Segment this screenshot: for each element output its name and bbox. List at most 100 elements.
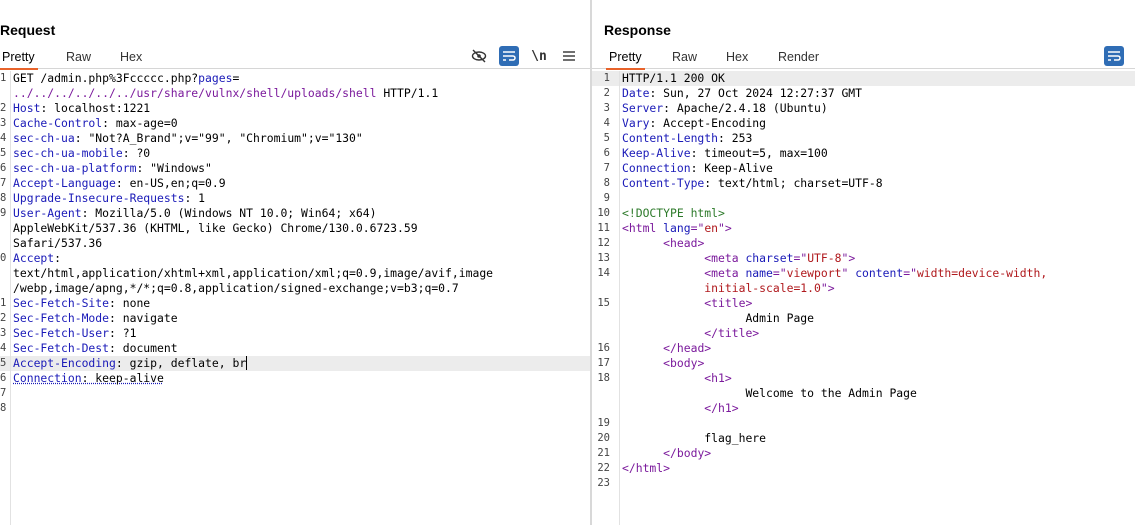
code-line[interactable]: 22 </html> [592,461,1135,476]
code-line[interactable]: Welcome to the Admin Page [592,386,1135,401]
code-line[interactable]: 1 GET /admin.php%3Fccccc.php?pages= [0,71,591,86]
code-token: <meta [704,266,746,280]
code-token: width=device-width, [916,266,1048,280]
code-line[interactable]: 2 Sec-Fetch-Mode: navigate [0,311,591,326]
wrap-lines-icon[interactable] [1104,46,1124,66]
code-line[interactable]: 17 <body> [592,356,1135,371]
code-line[interactable]: 7 [0,386,591,401]
code-line[interactable]: 20 flag_here [592,431,1135,446]
code-token: Content-Length [622,131,719,145]
line-number: 7 [0,387,7,399]
line-code: text/html,application/xhtml+xml,applicat… [13,266,591,281]
code-token: Vary [622,116,650,130]
code-line[interactable]: 6 Connection: keep-alive [0,371,591,386]
line-number: 5 [603,132,610,144]
code-token: : timeout=5, max=100 [690,146,828,160]
line-code: Accept: [13,251,591,266]
code-line[interactable]: 8 Content-Type: text/html; charset=UTF-8 [592,176,1135,191]
code-line[interactable]: AppleWebKit/537.36 (KHTML, like Gecko) C… [0,221,591,236]
menu-icon[interactable] [559,46,579,66]
code-line[interactable]: </h1> [592,401,1135,416]
code-token: : Apache/2.4.18 (Ubuntu) [663,101,828,115]
line-code: flag_here [622,431,1135,446]
line-code: <!DOCTYPE html> [622,206,1135,221]
code-line[interactable]: 5 sec-ch-ua-mobile: ?0 [0,146,591,161]
response-tab-render[interactable]: Render [778,50,819,64]
code-line[interactable]: 23 [592,476,1135,491]
code-token: <body> [663,356,705,370]
code-line[interactable]: 5 Accept-Encoding: gzip, deflate, br [0,356,591,371]
code-line[interactable]: 11 <html lang="en"> [592,221,1135,236]
code-line[interactable]: text/html,application/xhtml+xml,applicat… [0,266,591,281]
code-line[interactable]: 10 <!DOCTYPE html> [592,206,1135,221]
code-line[interactable]: 8 [0,401,591,416]
request-tab-hex[interactable]: Hex [120,50,142,64]
line-number: 5 [0,357,7,369]
hide-icon[interactable] [469,46,489,66]
code-line[interactable]: 7 Accept-Language: en-US,en;q=0.9 [0,176,591,191]
code-line[interactable]: 21 </body> [592,446,1135,461]
code-line[interactable]: 2 Host: localhost:1221 [0,101,591,116]
code-line[interactable]: 9 [592,191,1135,206]
response-tab-raw[interactable]: Raw [672,50,697,64]
wrap-lines-icon[interactable] [499,46,519,66]
code-line[interactable]: </title> [592,326,1135,341]
newline-icon[interactable]: \n [529,46,549,66]
code-line[interactable]: 3 Server: Apache/2.4.18 (Ubuntu) [592,101,1135,116]
code-line[interactable]: 3 Cache-Control: max-age=0 [0,116,591,131]
line-code: Content-Length: 253 [622,131,1135,146]
request-tab-raw[interactable]: Raw [66,50,91,64]
response-tab-hex[interactable]: Hex [726,50,748,64]
code-line[interactable]: /webp,image/apng,*/*;q=0.8,application/s… [0,281,591,296]
code-line[interactable]: 1 HTTP/1.1 200 OK [592,71,1135,86]
code-line[interactable]: 12 <head> [592,236,1135,251]
code-line[interactable]: 6 sec-ch-ua-platform: "Windows" [0,161,591,176]
code-line[interactable]: 0 Accept: [0,251,591,266]
request-tab-pretty[interactable]: Pretty [0,50,38,70]
code-line[interactable]: 14 <meta name="viewport" content="width=… [592,266,1135,281]
code-line[interactable]: 1 Sec-Fetch-Site: none [0,296,591,311]
code-line[interactable]: 2 Date: Sun, 27 Oct 2024 12:27:37 GMT [592,86,1135,101]
code-token: : Accept-Encoding [649,116,767,130]
code-line[interactable]: 16 </head> [592,341,1135,356]
line-code: initial-scale=1.0"> [622,281,1135,296]
code-line[interactable]: ../../../../../../usr/share/vulnx/shell/… [0,86,591,101]
line-code: Date: Sun, 27 Oct 2024 12:27:37 GMT [622,86,1135,101]
line-code: </body> [622,446,1135,461]
code-line[interactable]: 15 <title> [592,296,1135,311]
code-line[interactable]: 3 Sec-Fetch-User: ?1 [0,326,591,341]
code-line[interactable]: 8 Upgrade-Insecure-Requests: 1 [0,191,591,206]
code-line[interactable]: 6 Keep-Alive: timeout=5, max=100 [592,146,1135,161]
code-line[interactable]: 4 Sec-Fetch-Dest: document [0,341,591,356]
request-editor[interactable]: 1 GET /admin.php%3Fccccc.php?pages= ../../… [0,71,591,525]
line-number [0,221,13,236]
line-code: HTTP/1.1 200 OK [622,71,1135,86]
code-line[interactable]: Safari/537.36 [0,236,591,251]
response-editor[interactable]: 1 HTTP/1.1 200 OK 2 Date: Sun, 27 Oct 2024 … [592,71,1135,525]
code-line[interactable]: 7 Connection: Keep-Alive [592,161,1135,176]
code-line[interactable]: 4 sec-ch-ua: "Not?A_Brand";v="99", "Chrom… [0,131,591,146]
code-token: : ?0 [122,146,151,160]
response-tab-pretty[interactable]: Pretty [606,50,645,70]
code-token: " [841,266,856,280]
code-line[interactable]: 13 <meta charset="UTF-8"> [592,251,1135,266]
code-line[interactable]: 4 Vary: Accept-Encoding [592,116,1135,131]
code-line[interactable]: 9 User-Agent: Mozilla/5.0 (Windows NT 10.… [0,206,591,221]
code-token: : Mozilla/5.0 (Windows NT 10.0; Win64; x… [81,206,377,220]
code-line[interactable]: 18 <h1> [592,371,1135,386]
code-line[interactable]: Admin Page [592,311,1135,326]
code-line[interactable]: initial-scale=1.0"> [592,281,1135,296]
code-line[interactable]: 5 Content-Length: 253 [592,131,1135,146]
code-token: : "Windows" [136,161,212,175]
code-line[interactable]: 19 [592,416,1135,431]
line-number: 23 [597,477,610,489]
line-number: 7 [603,162,610,174]
line-code: <meta charset="UTF-8"> [622,251,1135,266]
